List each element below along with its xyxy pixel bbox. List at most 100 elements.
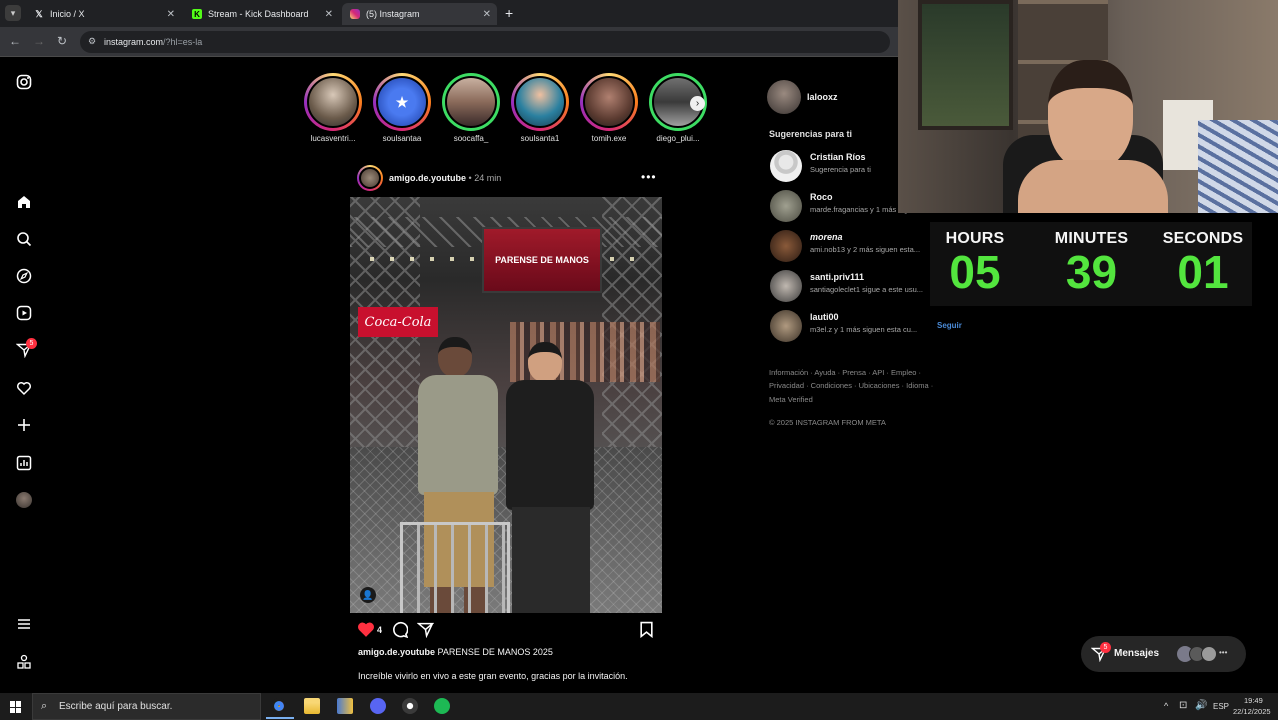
post-author-avatar[interactable] [357, 165, 383, 191]
tab-title: Stream - Kick Dashboard [208, 9, 309, 19]
story-item[interactable]: ★ soulsantaa [373, 73, 431, 143]
share-icon[interactable] [416, 621, 435, 643]
tab-kick[interactable]: K Stream - Kick Dashboard ✕ [184, 3, 339, 25]
close-tab-icon[interactable]: ✕ [167, 9, 175, 20]
post-options-icon[interactable]: ••• [641, 170, 657, 184]
meta-apps-icon[interactable] [14, 652, 34, 672]
volume-icon[interactable]: 🔊 [1195, 700, 1207, 711]
browser-toolbar: ← → ↻ ⚙ instagram.com/?hl=es-la [0, 27, 898, 57]
suggestion-avatar [770, 310, 802, 342]
footer-links-1[interactable]: Información · Ayuda · Prensa · API · Emp… [769, 368, 921, 377]
address-bar[interactable]: ⚙ instagram.com/?hl=es-la [80, 31, 890, 53]
file-explorer-icon[interactable] [304, 698, 320, 714]
suggestion-item[interactable]: santi.priv111 santiagoleclet1 sigue a es… [770, 270, 930, 302]
reload-icon[interactable]: ↻ [57, 34, 67, 48]
story-username: diego_plui... [656, 134, 700, 143]
close-tab-icon[interactable]: ✕ [325, 9, 333, 20]
explore-icon[interactable] [14, 266, 34, 286]
reels-icon[interactable] [14, 303, 34, 323]
story-avatar [445, 76, 497, 128]
tray-chevron-icon[interactable]: ^ [1164, 701, 1168, 711]
network-icon[interactable]: ⊡ [1179, 700, 1187, 711]
language-indicator[interactable]: ESP [1213, 702, 1229, 711]
url-path: /?hl=es-la [163, 37, 203, 47]
like-heart-icon[interactable] [357, 621, 375, 643]
suggestion-name: morena [810, 232, 843, 242]
like-count[interactable]: 4 [377, 625, 382, 635]
tab-instagram[interactable]: (5) Instagram ✕ [342, 3, 497, 25]
story-item[interactable]: lucasventri... [304, 73, 362, 143]
site-info-icon[interactable]: ⚙ [88, 36, 96, 47]
home-icon[interactable] [14, 192, 34, 212]
story-avatar [307, 76, 359, 128]
bed-background [1198, 120, 1278, 213]
close-tab-icon[interactable]: ✕ [483, 9, 491, 20]
post-author[interactable]: amigo.de.youtube [389, 173, 466, 183]
stories-next-button[interactable]: › [690, 96, 705, 111]
story-avatar: ★ [376, 76, 428, 128]
timer-hours: HOURS 05 [930, 230, 1020, 296]
discord-icon[interactable] [370, 698, 386, 714]
new-tab-button[interactable]: + [505, 5, 513, 21]
person-right [498, 342, 598, 613]
footer-links-3[interactable]: Meta Verified [769, 395, 813, 404]
post-image[interactable]: PARENSE DE MANOS Coca-Cola 👤 [350, 197, 662, 613]
suggestion-avatar [770, 150, 802, 182]
footer-links-2[interactable]: Privacidad · Condiciones · Ubicaciones ·… [769, 381, 933, 390]
messages-badge: 5 [1100, 642, 1111, 653]
suggestion-item[interactable]: morena ami.nob13 y 2 más siguen esta... [770, 230, 930, 262]
story-username: soulsanta1 [520, 134, 560, 143]
suggestion-name: santi.priv111 [810, 272, 865, 282]
messages-pill[interactable]: 5 Mensajes ••• [1081, 636, 1246, 672]
instagram-logo-icon [350, 9, 360, 19]
messages-icon[interactable]: 5 [14, 338, 37, 360]
window-background [918, 0, 1013, 130]
follow-button[interactable]: Seguir [937, 321, 962, 330]
menu-hamburger-icon[interactable] [14, 614, 34, 634]
story-item[interactable]: soulsanta1 [511, 73, 569, 143]
chrome-icon[interactable] [271, 698, 287, 714]
x-logo-icon: 𝕏 [35, 8, 43, 19]
suggestion-item[interactable]: lauti00 m3el.z y 1 más siguen esta cu... [770, 310, 930, 342]
webcam-overlay [898, 0, 1278, 213]
taskbar-search-box[interactable]: ⌕ Escribe aquí para buscar. [32, 693, 261, 720]
file-manager-icon[interactable] [337, 698, 353, 714]
profile-avatar-icon[interactable] [14, 490, 34, 510]
caption-user[interactable]: amigo.de.youtube [358, 647, 435, 657]
story-item[interactable]: soocaffa_ [442, 73, 500, 143]
tab-search-dropdown[interactable]: ▾ [5, 5, 21, 21]
suggestion-avatar [770, 190, 802, 222]
tagged-user-icon[interactable]: 👤 [360, 587, 376, 603]
current-username[interactable]: lalooxz [807, 92, 838, 102]
tab-x[interactable]: 𝕏 Inicio / X ✕ [26, 3, 181, 25]
clock-time[interactable]: 19:49 [1244, 696, 1263, 705]
comment-icon[interactable] [391, 621, 409, 643]
story-avatar [514, 76, 566, 128]
notification-badge: 5 [26, 338, 37, 349]
save-bookmark-icon[interactable] [639, 621, 654, 643]
metal-barrier [400, 522, 510, 613]
search-icon[interactable] [14, 229, 34, 249]
clock-date[interactable]: 22/12/2025 [1233, 707, 1271, 716]
url-host: instagram.com [104, 37, 164, 47]
timer-seconds: SECONDS 01 [1154, 230, 1252, 296]
copyright: © 2025 INSTAGRAM FROM META [769, 418, 886, 427]
story-item[interactable]: tomih.exe [580, 73, 638, 143]
suggestion-avatar [770, 270, 802, 302]
create-plus-icon[interactable] [14, 415, 34, 435]
obs-icon[interactable] [402, 698, 418, 714]
search-icon: ⌕ [41, 700, 48, 712]
spotify-icon[interactable] [434, 698, 450, 714]
instagram-logo-icon[interactable] [14, 72, 34, 92]
dashboard-icon[interactable] [14, 453, 34, 473]
hours-value: 05 [949, 246, 1001, 298]
current-user-avatar[interactable] [767, 80, 801, 114]
notifications-heart-icon[interactable] [14, 378, 34, 398]
suggestion-name: Roco [810, 192, 833, 202]
windows-start-icon[interactable] [10, 701, 22, 713]
forward-icon[interactable]: → [33, 34, 45, 48]
post-caption: amigo.de.youtube PARENSE DE MANOS 2025 [358, 647, 553, 657]
caption-text: PARENSE DE MANOS 2025 [437, 647, 553, 657]
back-icon[interactable]: ← [9, 34, 21, 48]
countdown-timer: HOURS 05 MINUTES 39 SECONDS 01 [930, 222, 1252, 306]
